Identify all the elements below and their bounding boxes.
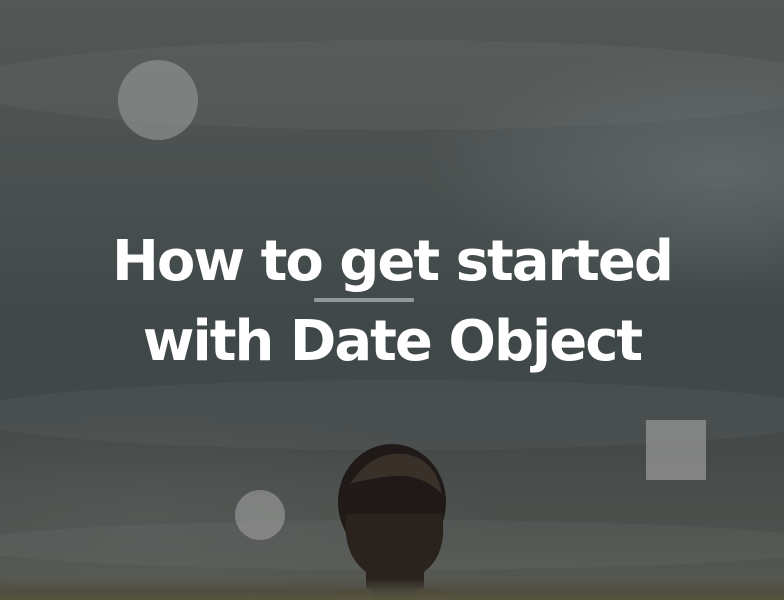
hero-title-line-1: How to get started <box>112 229 674 294</box>
title-underline-accent <box>314 298 414 302</box>
hero-title: How to get started with Date Object <box>0 222 784 382</box>
cloud-band <box>0 40 784 130</box>
person-head-silhouette <box>332 444 454 600</box>
decorative-circle-large <box>118 60 198 140</box>
decorative-circle-small <box>235 490 285 540</box>
decorative-square <box>646 420 706 480</box>
hero-title-line-2: with Date Object <box>142 309 643 374</box>
horizon-treeline <box>0 578 784 600</box>
